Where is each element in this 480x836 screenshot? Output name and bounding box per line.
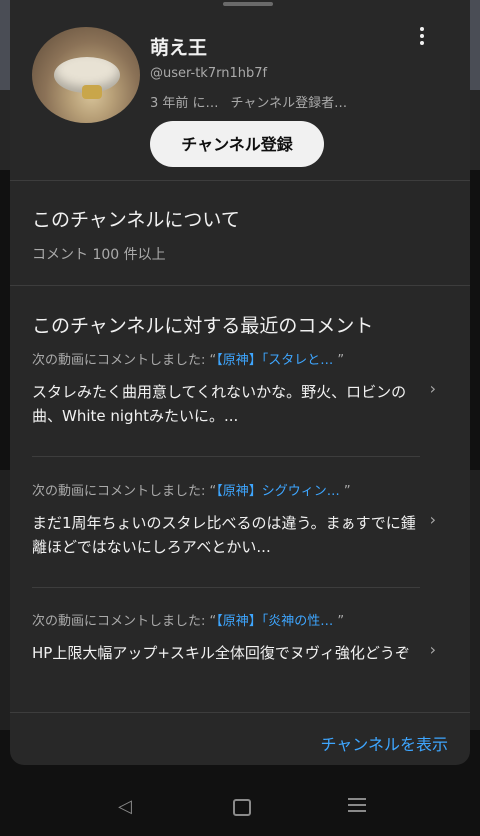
avatar-image-detail: [82, 85, 102, 99]
comment-suffix: ”: [333, 614, 345, 629]
video-title-link[interactable]: 【原神】シグウィン…: [216, 484, 340, 499]
comment-prefix: 次の動画にコメントしました: “: [32, 484, 217, 499]
divider: [32, 587, 420, 588]
video-title-link[interactable]: 【原神】「スタレと…: [216, 353, 333, 368]
recents-menu-icon[interactable]: [348, 798, 366, 816]
more-options-icon[interactable]: [410, 24, 434, 48]
comment-text: まだ1周年ちょいのスタレ比べるのは違う。まぁすでに鍾離ほどではないにしろアベとか…: [32, 514, 416, 556]
home-icon[interactable]: [233, 799, 251, 816]
joined-text: 3 年前 に…: [150, 96, 219, 111]
view-channel-link[interactable]: チャンネルを表示: [320, 731, 448, 755]
divider: [32, 456, 420, 457]
comment-item[interactable]: 次の動画にコメントしました: “【原神】シグウィン… ” まだ1周年ちょいのスタ…: [32, 480, 446, 559]
comment-prefix: 次の動画にコメントしました: “: [32, 353, 217, 368]
divider: [10, 712, 470, 713]
drag-handle[interactable]: [223, 2, 273, 6]
channel-bottom-sheet: 萌え王 @user-tk7rn1hb7f 3 年前 に… チャンネル登録者… チャ…: [10, 0, 470, 765]
comment-suffix: ”: [339, 484, 351, 499]
channel-meta: 3 年前 に… チャンネル登録者…: [150, 92, 347, 111]
comment-text: HP上限大幅アップ+スキル全体回復でヌヴィ強化どうぞ: [32, 644, 410, 662]
comment-prefix: 次の動画にコメントしました: “: [32, 614, 217, 629]
comment-suffix: ”: [333, 353, 345, 368]
divider: [10, 285, 470, 286]
chevron-right-icon: ›: [429, 510, 436, 529]
commented-on-line: 次の動画にコメントしました: “【原神】「スタレと… ”: [32, 349, 446, 368]
comment-count: コメント 100 件以上: [32, 247, 166, 263]
commented-on-line: 次の動画にコメントしました: “【原神】シグウィン… ”: [32, 480, 446, 499]
chevron-right-icon: ›: [429, 640, 436, 659]
channel-handle: @user-tk7rn1hb7f: [150, 66, 268, 81]
comment-item[interactable]: 次の動画にコメントしました: “【原神】「スタレと… ” スタレみたく曲用意して…: [32, 349, 446, 428]
comment-item[interactable]: 次の動画にコメントしました: “【原神】「炎神の性… ” HP上限大幅アップ+ス…: [32, 610, 446, 665]
about-title[interactable]: このチャンネルについて: [32, 205, 240, 232]
commented-on-line: 次の動画にコメントしました: “【原神】「炎神の性… ”: [32, 610, 446, 629]
subscriber-text: チャンネル登録者…: [230, 96, 348, 111]
video-title-link[interactable]: 【原神】「炎神の性…: [216, 614, 333, 629]
channel-name: 萌え王: [150, 37, 208, 59]
comment-text: スタレみたく曲用意してくれないかな。野火、ロビンの曲、White nightみた…: [32, 383, 407, 425]
recent-comments-title: このチャンネルに対する最近のコメント: [32, 315, 374, 337]
divider: [10, 180, 470, 181]
chevron-right-icon: ›: [429, 379, 436, 398]
subscribe-button[interactable]: チャンネル登録: [150, 121, 324, 167]
back-icon[interactable]: ◁: [118, 796, 132, 817]
avatar[interactable]: [32, 27, 140, 123]
